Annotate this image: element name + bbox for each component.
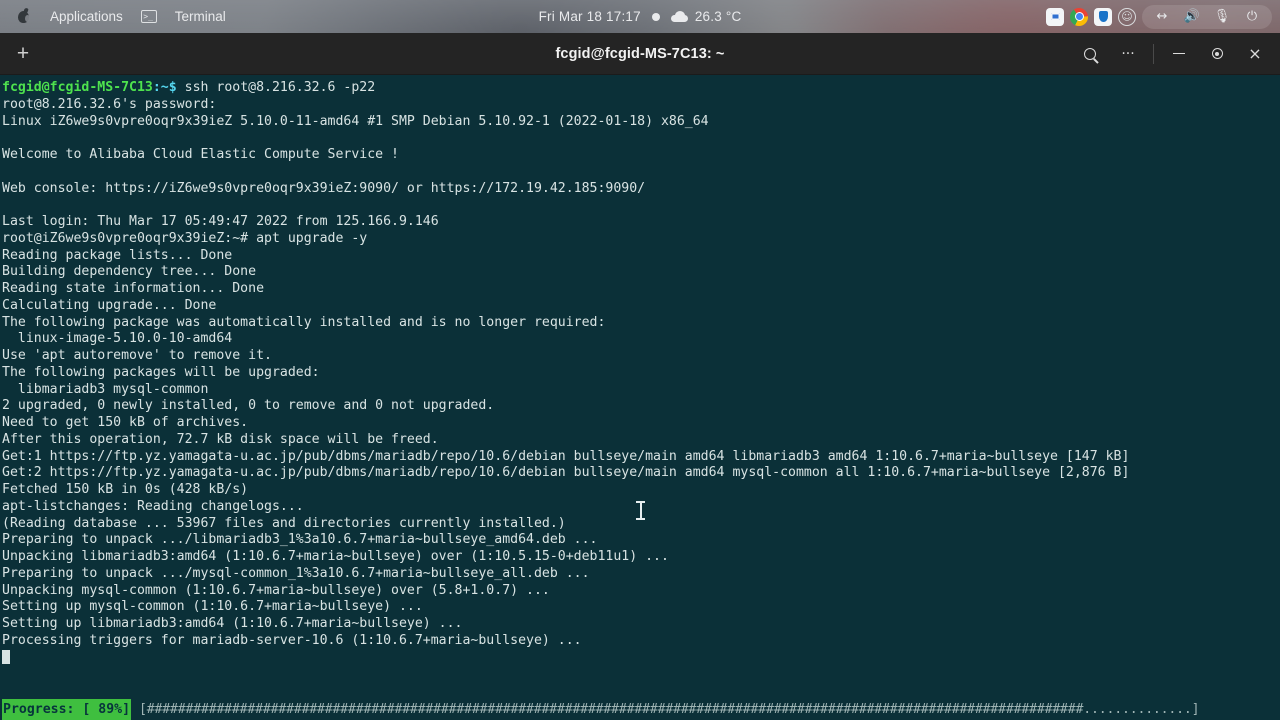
- close-icon: ×: [1248, 43, 1262, 63]
- minimize-button[interactable]: [1160, 38, 1198, 70]
- terminal-cursor: [2, 649, 1280, 667]
- screenshot-icon[interactable]: [1046, 7, 1064, 26]
- terminal-line: (Reading database ... 53967 files and di…: [2, 515, 566, 531]
- terminal-prompt-line-remote: root@iZ6we9s0vpre0oqr9x39ieZ:~# apt upgr…: [2, 230, 368, 246]
- window-controls: ··· ×: [1071, 38, 1274, 70]
- minimize-icon: [1173, 52, 1185, 55]
- terminal-line: Building dependency tree... Done: [2, 264, 257, 280]
- menu-button[interactable]: ···: [1109, 38, 1147, 70]
- terminal-line: Calculating upgrade... Done: [2, 297, 217, 313]
- microphone-icon[interactable]: 🎙: [1213, 8, 1231, 26]
- terminal-line: libmariadb3 mysql-common: [2, 381, 209, 397]
- terminal-line: 2 upgraded, 0 newly installed, 0 to remo…: [2, 398, 495, 414]
- power-icon[interactable]: ⏻: [1243, 8, 1261, 26]
- terminal-line: Get:2 https://ftp.yz.yamagata-u.ac.jp/pu…: [2, 465, 1130, 481]
- terminal-menu[interactable]: Terminal: [166, 6, 235, 27]
- system-indicators-pill[interactable]: ↔ 🔊 🎙 ⏻: [1142, 4, 1272, 29]
- prompt-userhost: fcgid@fcgid-MS-7C13: [2, 80, 153, 95]
- top-bar-tray: ☺ ↔ 🔊 🎙 ⏻: [1046, 4, 1272, 29]
- window-title-bar[interactable]: + fcgid@fcgid-MS-7C13: ~ ··· ×: [0, 33, 1280, 75]
- terminal-line: Preparing to unpack .../mysql-common_1%3…: [2, 565, 590, 581]
- terminal-line: Use 'apt autoremove' to remove it.: [2, 348, 272, 363]
- shield-icon[interactable]: [1094, 7, 1112, 26]
- volume-icon[interactable]: 🔊: [1183, 8, 1201, 26]
- terminal-icon: >_: [140, 10, 157, 23]
- terminal-prompt-line-local: fcgid@fcgid-MS-7C13:~$ ssh root@8.216.32…: [2, 80, 1280, 97]
- close-button[interactable]: ×: [1236, 38, 1274, 70]
- terminal-line: Preparing to unpack .../libmariadb3_1%3a…: [2, 532, 598, 548]
- toolbar-divider: [1153, 43, 1154, 64]
- terminal-line: Fetched 150 kB in 0s (428 kB/s): [2, 482, 249, 497]
- terminal-line: The following package was automatically …: [2, 314, 606, 330]
- cloud-icon: [670, 11, 688, 22]
- prompt-command: ssh root@8.216.32.6 -p22: [176, 80, 376, 95]
- terminal-screen[interactable]: fcgid@fcgid-MS-7C13:~$ ssh root@8.216.32…: [0, 75, 1280, 720]
- title-bar-left: +: [0, 38, 40, 70]
- temperature-label: 26.3 °C: [694, 9, 742, 24]
- new-tab-button[interactable]: +: [6, 38, 40, 70]
- accessibility-icon[interactable]: ☺: [1118, 7, 1136, 26]
- terminal-line: Unpacking libmariadb3:amd64 (1:10.6.7+ma…: [2, 549, 669, 564]
- terminal-line: Last login: Thu Mar 17 05:49:47 2022 fro…: [2, 214, 439, 229]
- prompt-path: :~$: [152, 80, 177, 95]
- applications-menu[interactable]: Applications: [41, 6, 132, 27]
- search-icon: [1084, 47, 1096, 60]
- terminal-line: Web console: https://iZ6we9s0vpre0oqr9x3…: [2, 180, 646, 196]
- terminal-line: Reading package lists... Done: [2, 247, 233, 263]
- terminal-line: apt-listchanges: Reading changelogs...: [2, 498, 304, 514]
- terminal-line: Welcome to Alibaba Cloud Elastic Compute…: [2, 147, 399, 162]
- maximize-button[interactable]: [1198, 38, 1236, 70]
- terminal-line: Setting up libmariadb3:amd64 (1:10.6.7+m…: [2, 616, 463, 631]
- network-icon[interactable]: ↔: [1153, 8, 1171, 26]
- terminal-line: Reading state information... Done: [2, 281, 265, 296]
- global-menu-pill: Applications >_ Terminal: [10, 3, 247, 30]
- cursor-block: [2, 649, 10, 664]
- terminal-line: The following packages will be upgraded:: [2, 364, 320, 380]
- terminal-line: root@8.216.32.6's password:: [2, 96, 217, 112]
- maximize-icon: [1211, 48, 1223, 59]
- chrome-icon[interactable]: [1070, 7, 1088, 26]
- weather-indicator[interactable]: 26.3 °C: [670, 9, 742, 24]
- terminal-line: linux-image-5.10.0-10-amd64: [2, 331, 233, 347]
- system-top-bar: Applications >_ Terminal Fri Mar 18 17:1…: [0, 0, 1280, 33]
- terminal-line: Processing triggers for mariadb-server-1…: [2, 632, 582, 648]
- terminal-window: + fcgid@fcgid-MS-7C13: ~ ··· × fcgid@fcg…: [0, 33, 1280, 720]
- terminal-line: After this operation, 72.7 kB disk space…: [2, 431, 439, 447]
- progress-bar: [#######################################…: [139, 702, 1200, 717]
- progress-label: Progress: [ 89%]: [2, 699, 132, 720]
- terminal-line: Linux iZ6we9s0vpre0oqr9x39ieZ 5.10.0-11-…: [2, 113, 709, 129]
- clock[interactable]: Fri Mar 18 17:17: [539, 9, 641, 24]
- apt-progress-status-bar: Progress: [ 89%] [######################…: [0, 699, 1280, 720]
- top-bar-left-group: Applications >_ Terminal: [0, 3, 247, 30]
- terminal-line: Unpacking mysql-common (1:10.6.7+maria~b…: [2, 582, 550, 598]
- search-button[interactable]: [1071, 38, 1109, 70]
- recording-dot-icon: [651, 12, 660, 21]
- terminal-line: Get:1 https://ftp.yz.yamagata-u.ac.jp/pu…: [2, 448, 1130, 464]
- apple-icon[interactable]: [18, 9, 32, 24]
- terminal-line: Need to get 150 kB of archives.: [2, 415, 249, 430]
- terminal-line: Setting up mysql-common (1:10.6.7+maria~…: [2, 599, 423, 615]
- terminal-output: fcgid@fcgid-MS-7C13:~$ ssh root@8.216.32…: [2, 80, 1280, 666]
